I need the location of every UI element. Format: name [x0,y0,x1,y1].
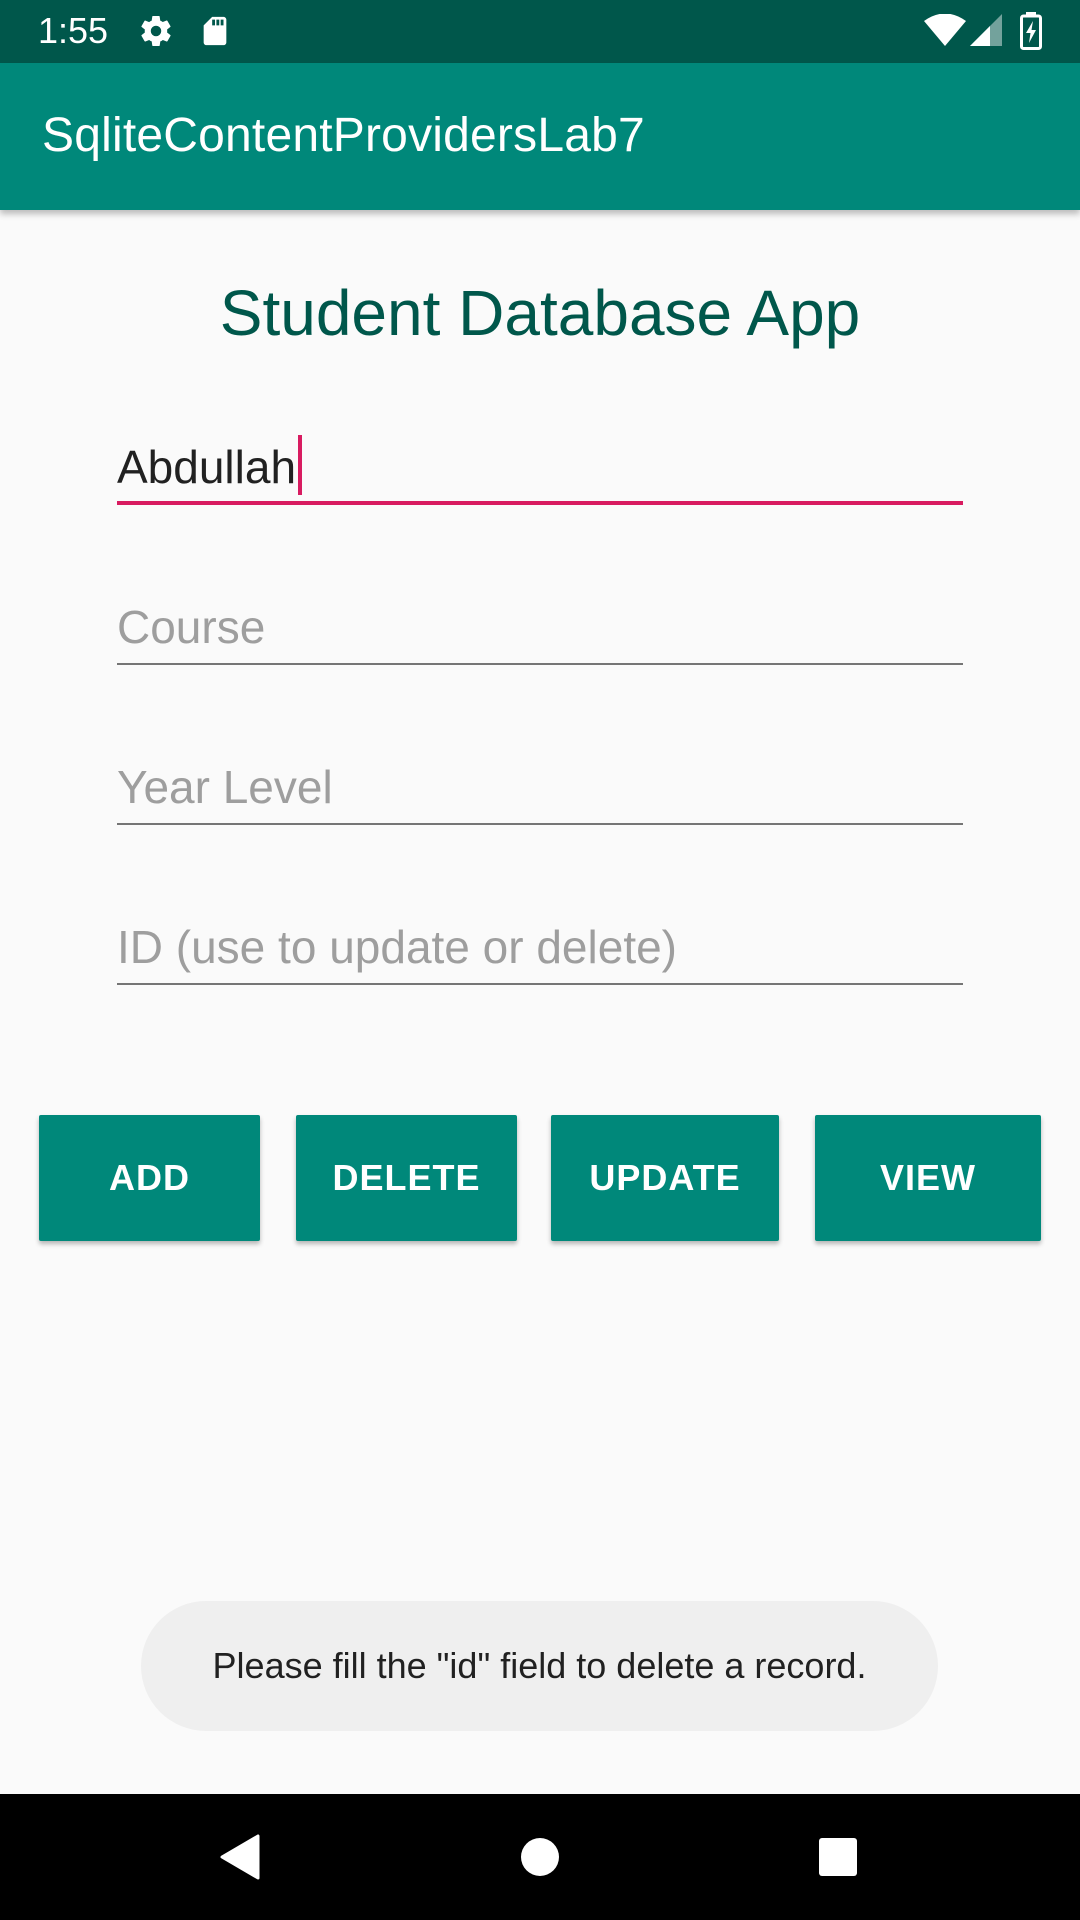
text-cursor [298,435,303,495]
recents-icon[interactable] [798,1794,878,1920]
course-field-placeholder: Course [117,601,266,653]
gear-icon [138,13,174,49]
back-icon[interactable] [200,1794,280,1920]
name-field[interactable]: Abdullah [117,435,963,505]
course-field-underline [117,663,963,665]
toast-message: Please fill the "id" field to delete a r… [212,1645,867,1686]
course-field[interactable]: Course [117,595,963,665]
toast: Please fill the "id" field to delete a r… [141,1601,938,1731]
id-field-underline [117,983,963,985]
year-level-field[interactable]: Year Level [117,755,963,825]
year-level-field-underline [117,823,963,825]
page-heading: Student Database App [219,277,861,349]
app-title: SqliteContentProvidersLab7 [42,109,645,162]
battery-charging-icon [1020,12,1042,50]
status-time: 1:55 [38,10,109,51]
year-level-field-placeholder: Year Level [117,761,333,813]
status-bar: 1:55 [0,0,1080,63]
id-field[interactable]: ID (use to update or delete) [117,915,963,985]
id-field-placeholder: ID (use to update or delete) [117,921,677,973]
delete-button[interactable]: DELETE [296,1115,517,1241]
app-bar: SqliteContentProvidersLab7 [0,63,1080,210]
name-field-underline [117,501,963,505]
sd-card-icon [198,13,232,49]
signal-icon [970,14,1002,46]
view-button[interactable]: VIEW [815,1115,1041,1241]
add-button[interactable]: ADD [39,1115,260,1241]
name-field-value: Abdullah [117,435,303,495]
navigation-bar [0,1794,1080,1920]
update-button[interactable]: UPDATE [551,1115,779,1241]
home-icon[interactable] [500,1794,580,1920]
wifi-icon [924,14,966,46]
